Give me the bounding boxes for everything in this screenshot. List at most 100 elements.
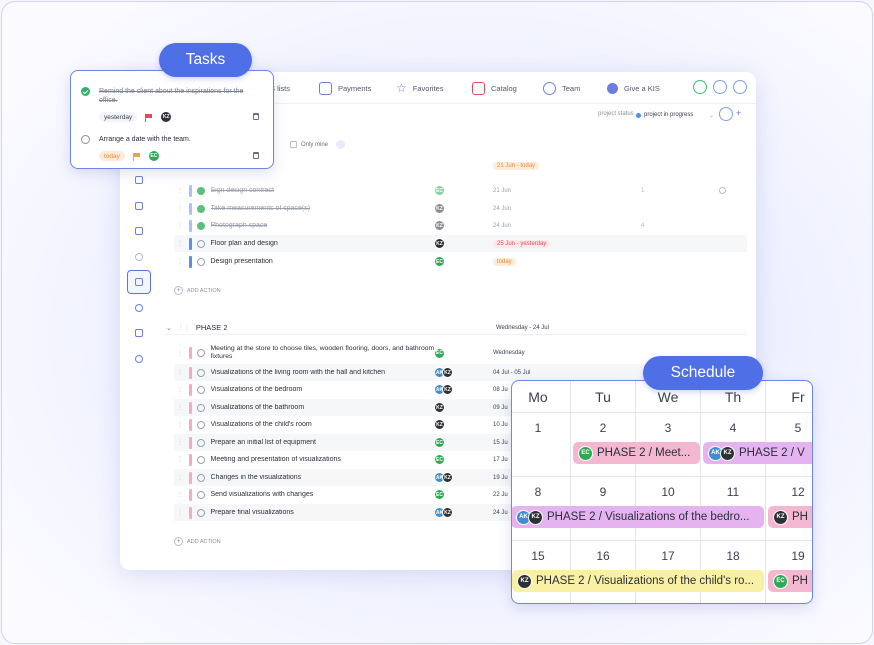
nav-payments[interactable]: Payments xyxy=(319,81,371,95)
calendar-event[interactable]: KZ PHASE 2 / Visualizations of the child'… xyxy=(512,570,764,592)
status-select[interactable]: project in progress ⌄ xyxy=(636,109,714,121)
avatar: KZ xyxy=(434,238,445,249)
avatar: EC xyxy=(434,437,445,448)
nav-favorites-label: Favorites xyxy=(412,83,444,93)
drag-handle-icon[interactable]: ⋮ xyxy=(177,222,183,229)
day-cell[interactable]: 1 xyxy=(512,413,571,477)
event-label: PH xyxy=(792,575,808,587)
drag-handle-icon[interactable]: ⋮ xyxy=(177,369,183,376)
drag-handle-icon[interactable]: ⋮ xyxy=(177,187,183,194)
task-date: today xyxy=(493,257,516,266)
task-name: Photograph space xyxy=(210,222,268,229)
calendar-event[interactable]: EC PHASE 2 / Meet... xyxy=(573,442,700,464)
avatar: KZ xyxy=(434,203,445,214)
calendar-event[interactable]: AK KZ PHASE 2 / Visualizations of the bedr… xyxy=(512,506,764,528)
nav-favorites[interactable]: ☆ Favorites xyxy=(396,81,444,95)
chat-icon[interactable] xyxy=(693,80,707,94)
task-checkbox[interactable] xyxy=(196,186,205,195)
share-icon[interactable] xyxy=(719,187,726,194)
only-mine-checkbox[interactable] xyxy=(290,141,297,148)
drag-handle-icon[interactable]: ⋮ xyxy=(177,386,183,393)
task-checkbox[interactable] xyxy=(81,87,90,96)
drag-handle-icon[interactable]: ⋮ xyxy=(177,491,183,498)
sidebar-list[interactable] xyxy=(127,194,151,218)
filter-icon[interactable] xyxy=(336,140,346,149)
task-checkbox[interactable] xyxy=(196,368,205,377)
phase2-header[interactable]: ⌄ ⋮⋮ PHASE 2 Wednesday - 24 Jul xyxy=(164,321,747,335)
sidebar-files[interactable] xyxy=(127,321,151,345)
drag-handle-icon[interactable]: ⋮ xyxy=(177,404,183,411)
calendar-event[interactable]: AK KZ PHASE 2 / V xyxy=(703,442,812,464)
calendar-icon xyxy=(135,278,143,286)
drag-handle-icon[interactable]: ⋮ xyxy=(177,439,183,446)
phase-color-bar xyxy=(189,418,192,431)
drag-handle-icon[interactable]: ⋮ xyxy=(177,474,183,481)
sidebar-grid[interactable] xyxy=(127,168,151,192)
task-checkbox[interactable] xyxy=(196,438,205,447)
task-checkbox[interactable] xyxy=(196,490,205,499)
chevron-down-icon[interactable]: ⌄ xyxy=(166,324,172,332)
tasks-tag: Tasks xyxy=(159,43,252,77)
notifications-icon[interactable] xyxy=(713,80,727,94)
avatar: EC xyxy=(578,445,593,461)
play-icon xyxy=(135,252,143,261)
table-row[interactable]: ⋮ Take measurements of space(s) KZ 24 Jun xyxy=(174,200,747,217)
add-action-phase2[interactable]: + ADD ACTION xyxy=(174,537,221,546)
task-checkbox[interactable] xyxy=(81,135,90,144)
task-checkbox[interactable] xyxy=(196,420,205,429)
nav-catalog[interactable]: Catalog xyxy=(472,81,517,95)
sidebar-documents[interactable] xyxy=(127,219,151,243)
trash-icon[interactable] xyxy=(253,152,259,159)
table-row[interactable]: ⋮ Sign design contract EC 21 Jun 1 xyxy=(174,182,747,199)
avatar: EC xyxy=(147,150,160,162)
task-checkbox[interactable] xyxy=(196,204,205,213)
task-name: Meeting and presentation of visualizatio… xyxy=(210,456,341,463)
avatar: KZ xyxy=(434,220,445,231)
assignees: EC xyxy=(434,454,445,465)
nav-team[interactable]: Team xyxy=(543,81,580,95)
avatar: KZ xyxy=(442,367,453,378)
table-row[interactable]: ⋮ Design presentation EC today xyxy=(174,253,747,270)
drag-handle-icon[interactable]: ⋮⋮ xyxy=(178,324,190,331)
only-mine-label: Only mine xyxy=(301,141,329,148)
calendar-event[interactable]: EC PH xyxy=(768,570,812,592)
document-icon xyxy=(135,227,143,235)
calendar-event[interactable]: KZ PH xyxy=(768,506,812,528)
nav-give-kis[interactable]: Give a KIS xyxy=(607,81,660,95)
task-checkbox[interactable] xyxy=(196,257,205,266)
flag-icon[interactable] xyxy=(132,152,140,161)
sidebar-media[interactable] xyxy=(127,245,151,269)
add-user-icon[interactable]: + xyxy=(736,108,741,118)
page-background: S lists Payments ☆ Favorites Catalog Tea… xyxy=(1,1,873,644)
share-icon[interactable] xyxy=(719,107,733,121)
phase2-title: PHASE 2 xyxy=(195,323,228,332)
drag-handle-icon[interactable]: ⋮ xyxy=(177,350,183,357)
trash-icon[interactable] xyxy=(253,113,259,120)
table-row[interactable]: ⋮ Floor plan and design KZ 25 Jun - yesterd… xyxy=(174,235,747,252)
drag-handle-icon[interactable]: ⋮ xyxy=(177,421,183,428)
task-checkbox[interactable] xyxy=(196,239,205,248)
sidebar-people[interactable] xyxy=(127,347,151,371)
drag-handle-icon[interactable]: ⋮ xyxy=(177,205,183,212)
flag-icon[interactable] xyxy=(145,113,153,122)
sidebar-calendar[interactable] xyxy=(127,270,151,294)
drag-handle-icon[interactable]: ⋮ xyxy=(177,456,183,463)
task-checkbox[interactable] xyxy=(196,403,205,412)
task-checkbox[interactable] xyxy=(196,508,205,517)
drag-handle-icon[interactable]: ⋮ xyxy=(177,509,183,516)
sidebar-checks[interactable] xyxy=(127,296,151,320)
nav-payments-label: Payments xyxy=(338,83,372,93)
task-checkbox[interactable] xyxy=(196,455,205,464)
avatar: EC xyxy=(434,347,445,359)
event-label: PHASE 2 / Visualizations of the bedro... xyxy=(547,511,750,523)
task-checkbox[interactable] xyxy=(196,473,205,482)
drag-handle-icon[interactable]: ⋮ xyxy=(177,258,183,265)
team-icon xyxy=(543,81,556,95)
drag-handle-icon[interactable]: ⋮ xyxy=(177,240,183,247)
task-checkbox[interactable] xyxy=(196,349,205,357)
table-row[interactable]: ⋮ Photograph space KZ 24 Jun 4 xyxy=(174,217,747,234)
task-checkbox[interactable] xyxy=(196,221,205,230)
add-action-phase1[interactable]: + ADD ACTION xyxy=(174,286,221,295)
task-checkbox[interactable] xyxy=(196,385,205,394)
profile-icon[interactable] xyxy=(733,80,747,94)
